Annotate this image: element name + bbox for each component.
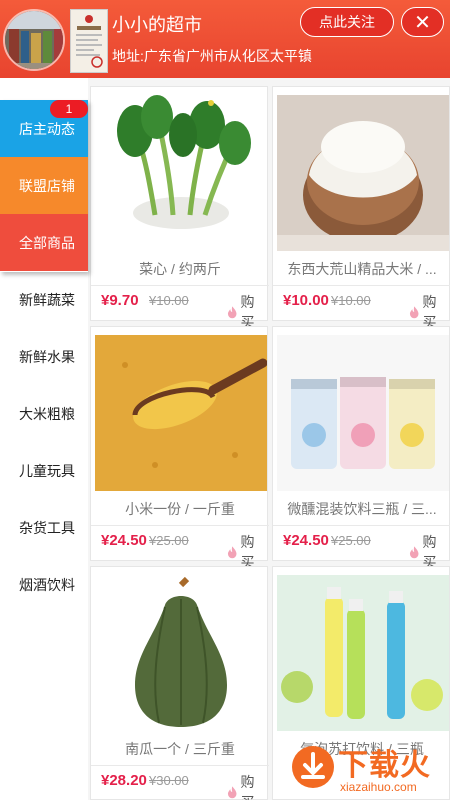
card-divider [91, 765, 269, 766]
product-image[interactable] [95, 575, 267, 731]
product-price: ¥28.20 [101, 772, 147, 789]
business-license-image[interactable] [70, 9, 108, 73]
shop-address: 地址:广东省广州市从化区太平镇 [112, 48, 312, 64]
sidebar-item-label: 杂货工具 [19, 519, 75, 536]
sidebar-item-label: 大米粗粮 [19, 405, 75, 422]
product-card[interactable]: 菜心 / 约两斤 ¥9.70 ¥10.00 购买 [90, 86, 269, 330]
sidebar-item-all-products[interactable]: 全部商品 [0, 214, 88, 271]
watermark: 下载火 xiazaihuo.com [288, 738, 450, 800]
download-logo-icon [292, 746, 334, 788]
card-divider [273, 285, 450, 286]
sidebar-item-fresh-fruit[interactable]: 新鲜水果 [0, 328, 88, 385]
product-card[interactable]: 东西大荒山精品大米 / ... ¥10.00 ¥10.00 购买 [272, 86, 450, 330]
sidebar-item-alliance-shops[interactable]: 联盟店铺 [0, 157, 88, 214]
flame-icon [409, 305, 419, 318]
product-price: ¥24.50 [283, 532, 329, 549]
shop-header: 小小的超市 地址:广东省广州市从化区太平镇 点此关注 ✕ [0, 0, 450, 78]
product-original-price: ¥25.00 [331, 533, 371, 548]
close-icon: ✕ [414, 11, 431, 34]
product-original-price: ¥10.00 [149, 293, 189, 308]
product-grid[interactable]: 菜心 / 约两斤 ¥9.70 ¥10.00 购买 东西大荒山精品大米 / ...… [88, 78, 450, 800]
product-original-price: ¥25.00 [149, 533, 189, 548]
sidebar-item-label: 店主动态 [19, 120, 75, 137]
flame-icon [227, 785, 237, 798]
sidebar-item-fresh-vegetables[interactable]: 新鲜蔬菜 [0, 271, 88, 328]
sidebar-item-label: 联盟店铺 [19, 177, 75, 194]
sidebar-item-drinks[interactable]: 烟酒饮料 [0, 556, 88, 613]
sidebar-item-owner-updates[interactable]: 店主动态 1 [0, 100, 88, 157]
product-price: ¥9.70 [101, 292, 139, 309]
sidebar-item-label: 全部商品 [19, 234, 75, 251]
notification-badge: 1 [50, 100, 88, 118]
sidebar-item-label: 新鲜水果 [19, 348, 75, 365]
product-image[interactable] [95, 335, 267, 491]
card-divider [91, 285, 269, 286]
product-title[interactable]: 微醺混装饮料三瓶 / 三... [273, 499, 450, 519]
buy-button[interactable]: 购买 [227, 772, 267, 800]
product-card[interactable]: 微醺混装饮料三瓶 / 三... ¥24.50 ¥25.00 购买 [272, 326, 450, 570]
product-original-price: ¥10.00 [331, 293, 371, 308]
flame-icon [227, 545, 237, 558]
card-divider [273, 525, 450, 526]
sidebar-item-label: 新鲜蔬菜 [19, 291, 75, 308]
product-title[interactable]: 东西大荒山精品大米 / ... [273, 259, 450, 279]
product-image[interactable] [95, 95, 267, 251]
shop-name: 小小的超市 [112, 15, 202, 35]
product-image[interactable] [277, 335, 449, 491]
product-card[interactable]: 小米一份 / 一斤重 ¥24.50 ¥25.00 购买 [90, 326, 269, 570]
product-image[interactable] [277, 575, 449, 731]
sidebar-item-label: 儿童玩具 [19, 462, 75, 479]
sidebar-item-rice-grains[interactable]: 大米粗粮 [0, 385, 88, 442]
product-title[interactable]: 南瓜一个 / 三斤重 [91, 739, 269, 759]
close-button[interactable]: ✕ [401, 7, 444, 37]
product-card[interactable]: 南瓜一个 / 三斤重 ¥28.20 ¥30.00 购买 [90, 566, 269, 800]
product-title[interactable]: 小米一份 / 一斤重 [91, 499, 269, 519]
product-original-price: ¥30.00 [149, 773, 189, 788]
sidebar-item-label: 烟酒饮料 [19, 576, 75, 593]
watermark-text: 下载火 [338, 749, 431, 782]
buy-label: 购买 [240, 774, 255, 800]
follow-button[interactable]: 点此关注 [300, 7, 394, 37]
product-price: ¥24.50 [101, 532, 147, 549]
product-image[interactable] [277, 95, 449, 251]
category-sidebar: 店主动态 1 联盟店铺 全部商品 新鲜蔬菜 新鲜水果 大米粗粮 儿童玩具 杂货工… [0, 100, 88, 800]
sidebar-item-tools[interactable]: 杂货工具 [0, 499, 88, 556]
watermark-url: xiazaihuo.com [340, 780, 417, 794]
flame-icon [409, 545, 419, 558]
product-title[interactable]: 菜心 / 约两斤 [91, 259, 269, 279]
card-divider [91, 525, 269, 526]
flame-icon [227, 305, 237, 318]
shop-avatar[interactable] [3, 9, 65, 71]
sidebar-item-toys[interactable]: 儿童玩具 [0, 442, 88, 499]
product-price: ¥10.00 [283, 292, 329, 309]
